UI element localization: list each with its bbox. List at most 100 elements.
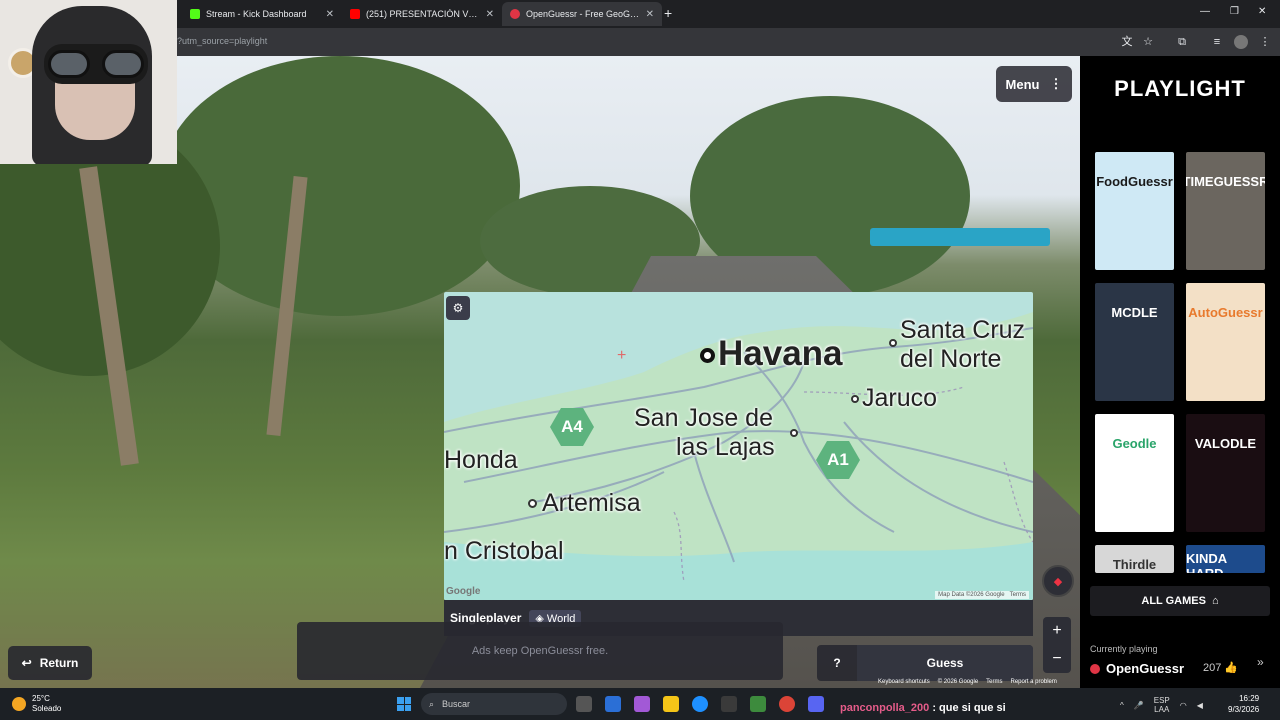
google-maps-footer: Keyboard shortcuts © 2026 Google Terms R… — [878, 679, 1057, 685]
map-label-las-lajas: las Lajas — [676, 433, 775, 461]
start-icon[interactable] — [397, 697, 411, 711]
map-label-san-cristobal: n Cristobal — [444, 537, 564, 565]
current-game: OpenGuessr — [1090, 661, 1184, 676]
map-attribution: Map Data ©2026 Google Terms — [935, 591, 1029, 599]
profile-avatar[interactable] — [1234, 35, 1248, 49]
youtube-icon — [350, 9, 360, 19]
clock-date: 9/3/2026 — [1228, 705, 1260, 714]
copyright-text: © 2026 Google — [937, 679, 979, 685]
more-options-icon[interactable]: ⋮ — [1258, 35, 1272, 49]
store-icon[interactable] — [721, 696, 737, 712]
task-view-icon[interactable] — [576, 696, 592, 712]
chat-text: : que si — [932, 702, 971, 714]
game-card-valodle[interactable]: VALODLE — [1186, 414, 1265, 532]
chat-username: panconpolla_200 — [840, 702, 930, 714]
keyboard-layout: LAA — [1154, 705, 1170, 714]
map-settings-icon[interactable]: ⚙ — [446, 296, 470, 320]
taskbar-search[interactable]: ⌕ Buscar — [421, 693, 567, 715]
keyboard-shortcuts-link[interactable]: Keyboard shortcuts — [878, 679, 930, 685]
return-button[interactable]: ↩ Return — [8, 646, 92, 680]
file-explorer-icon[interactable] — [663, 696, 679, 712]
gas-station-canopy — [870, 228, 1050, 246]
attribution-text: Map Data ©2026 Google — [938, 592, 1005, 598]
map-label-san-jose: San Jose de — [634, 404, 773, 432]
report-problem-link[interactable]: Report a problem — [1011, 679, 1057, 685]
thumbs-up-icon: 👍 — [1224, 662, 1239, 674]
address-bar: ?utm_source=playlight 文 ☆ ⧉ ≡ ⋮ — [0, 28, 1280, 56]
reading-list-icon[interactable]: ≡ — [1210, 35, 1224, 49]
mail-icon[interactable] — [605, 696, 621, 712]
edge-icon[interactable] — [692, 696, 708, 712]
game-card-geodle[interactable]: Geodle — [1095, 414, 1174, 532]
tab-youtube[interactable]: (251) PRESENTACIÓN VELADA ✕ — [342, 2, 502, 26]
crosshair-icon: + — [617, 347, 627, 364]
system-tray: ^ 🎤 ESP LAA ◠ ◀ — [1120, 696, 1203, 714]
playlight-logo: PLAYLIGHT — [1114, 76, 1246, 101]
menu-label: Menu — [1005, 76, 1040, 92]
sun-icon — [12, 697, 26, 711]
map-label-jaruco: Jaruco — [862, 384, 938, 412]
close-icon[interactable]: ✕ — [486, 9, 494, 20]
discord-icon[interactable] — [808, 696, 824, 712]
all-games-button[interactable]: ALL GAMES ⌂ — [1090, 586, 1270, 616]
guess-map[interactable]: + ⚙ Havana Santa Cruz del Norte Jaruco S… — [444, 292, 1033, 600]
tab-kick[interactable]: Stream - Kick Dashboard ✕ — [182, 2, 342, 26]
url-field[interactable]: ?utm_source=playlight — [177, 36, 267, 46]
like-count: 207 — [1203, 662, 1222, 674]
map-label-honda: Honda — [444, 446, 518, 474]
close-window-icon[interactable]: ✕ — [1258, 6, 1266, 17]
game-card-kinda-hard[interactable]: KINDA HARD — [1186, 545, 1265, 573]
webcam-overlay — [0, 0, 177, 164]
town-marker-icon — [528, 499, 537, 508]
microphone-icon[interactable]: 🎤 — [1134, 701, 1144, 710]
tab-title: Stream - Kick Dashboard — [206, 9, 307, 19]
guess-button[interactable]: Guess — [857, 645, 1033, 681]
restore-icon[interactable]: ❐ — [1230, 6, 1239, 17]
weather-widget[interactable]: 25°C Soleado — [12, 694, 61, 714]
help-button[interactable]: ? — [817, 656, 857, 670]
search-placeholder: Buscar — [442, 699, 471, 709]
game-card-mcdle[interactable]: MCDLE — [1095, 283, 1174, 401]
wifi-icon[interactable]: ◠ — [1180, 701, 1187, 710]
language-code[interactable]: ESP — [1154, 696, 1170, 705]
tab-openguessr[interactable]: OpenGuessr - Free GeoGuessr A ✕ — [502, 2, 662, 26]
minimize-icon[interactable]: — — [1200, 6, 1210, 17]
all-games-label: ALL GAMES — [1141, 595, 1206, 607]
minecraft-icon[interactable] — [750, 696, 766, 712]
game-title: VALODLE — [1194, 436, 1257, 451]
gamepad-icon: ⌂ — [1211, 595, 1219, 607]
bookmark-star-icon[interactable]: ☆ — [1141, 35, 1155, 49]
game-card-thirdle[interactable]: Thirdle — [1095, 545, 1174, 573]
currently-playing-label: Currently playing — [1090, 644, 1158, 654]
close-icon[interactable]: ✕ — [326, 9, 334, 20]
game-title: Thirdle — [1112, 557, 1157, 572]
ads-text: Ads keep OpenGuessr free. — [471, 645, 609, 657]
translate-icon[interactable]: 文 — [1120, 35, 1134, 49]
extensions-icon[interactable]: ⧉ — [1175, 35, 1189, 49]
volume-icon[interactable]: ◀ — [1197, 701, 1203, 710]
zoom-out-button[interactable]: − — [1052, 650, 1061, 668]
like-counter[interactable]: 207 👍 — [1203, 661, 1238, 674]
system-clock[interactable]: 16:29 9/3/2026 — [1228, 693, 1259, 715]
game-card-timeguessr[interactable]: TIMEGUESSR — [1186, 152, 1265, 270]
chevron-up-icon[interactable]: ^ — [1120, 701, 1124, 710]
expand-icon[interactable]: » — [1257, 655, 1264, 669]
new-tab-icon[interactable]: + — [664, 5, 672, 21]
capital-marker-icon — [700, 348, 715, 363]
compass-icon[interactable]: ◆ — [1042, 565, 1074, 597]
menu-button[interactable]: Menu ⋮ — [996, 66, 1072, 102]
terms-link[interactable]: Terms — [986, 679, 1002, 685]
zoom-control: + − — [1043, 617, 1071, 673]
close-icon[interactable]: ✕ — [646, 9, 654, 20]
openguessr-icon — [1090, 663, 1100, 674]
game-card-autoguessr[interactable]: AutoGuessr — [1186, 283, 1265, 401]
map-terms-link[interactable]: Terms — [1010, 592, 1026, 598]
playlight-sidebar: PLAYLIGHT FoodGuessr TIMEGUESSR MCDLE Au… — [1080, 56, 1280, 688]
zoom-in-button[interactable]: + — [1052, 622, 1061, 640]
app-icon[interactable] — [634, 696, 650, 712]
town-marker-icon — [790, 429, 798, 437]
chrome-icon[interactable] — [779, 696, 795, 712]
game-title: KINDA HARD — [1186, 551, 1227, 573]
game-title: Geodle — [1112, 436, 1157, 451]
game-card-foodguessr[interactable]: FoodGuessr — [1095, 152, 1174, 270]
